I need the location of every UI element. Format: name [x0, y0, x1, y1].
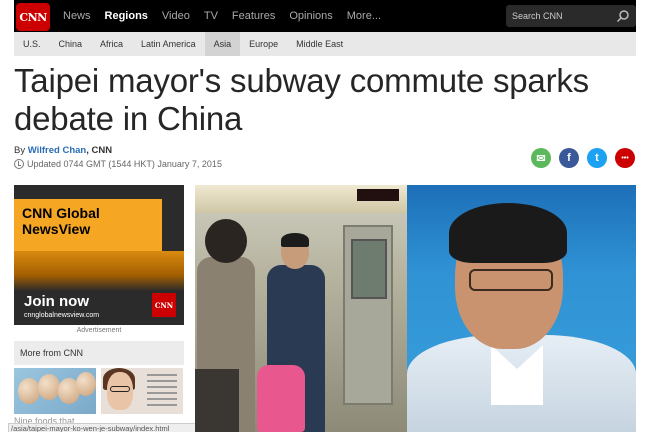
- nav-item-tv[interactable]: TV: [204, 10, 218, 22]
- search-icon[interactable]: [616, 9, 630, 23]
- more-glyph: •••: [621, 154, 629, 162]
- status-url-bar: /asia/taipei-mayor-ko-wen-je-subway/inde…: [8, 423, 204, 432]
- byline-source: , CNN: [86, 145, 113, 156]
- byline: By Wilfred Chan, CNN: [14, 145, 112, 156]
- article-headline: Taipei mayor's subway commute sparks deb…: [14, 62, 589, 137]
- subway-photo: [195, 185, 407, 432]
- ad-url: cnnglobalnewsview.com: [24, 312, 100, 319]
- subnav-item-us[interactable]: U.S.: [14, 32, 50, 56]
- eggs-thumbnail[interactable]: [14, 368, 96, 414]
- subnav-item-africa[interactable]: Africa: [91, 32, 132, 56]
- more-share-icon[interactable]: •••: [615, 148, 635, 168]
- top-nav: CNN News Regions Video TV Features Opini…: [14, 0, 636, 32]
- nav-item-regions[interactable]: Regions: [105, 10, 148, 22]
- subnav-item-asia[interactable]: Asia: [204, 32, 241, 56]
- nav-item-opinions[interactable]: Opinions: [289, 10, 332, 22]
- email-glyph: ✉: [536, 152, 546, 165]
- nav-item-more[interactable]: More...: [347, 10, 381, 22]
- email-share-icon[interactable]: ✉: [531, 148, 551, 168]
- twitter-glyph: t: [595, 152, 599, 164]
- updated-timestamp: Updated 0744 GMT (1544 HKT) January 7, 2…: [14, 159, 222, 169]
- facebook-glyph: f: [567, 152, 571, 164]
- subnav-item-latin-america[interactable]: Latin America: [132, 32, 205, 56]
- woman-thumbnail[interactable]: [101, 368, 183, 414]
- updated-text: Updated 0744 GMT (1544 HKT) January 7, 2…: [27, 159, 222, 169]
- more-from-cnn-header: More from CNN: [14, 341, 184, 365]
- page: CNN News Regions Video TV Features Opini…: [0, 0, 650, 432]
- byline-prefix: By: [14, 145, 26, 156]
- ad-title: CNN Global NewsView: [22, 205, 100, 237]
- ad-banner[interactable]: CNN Global NewsView Join now cnnglobalne…: [14, 185, 184, 325]
- regions-subnav: U.S. China Africa Latin America Asia Eur…: [14, 32, 636, 56]
- author-link[interactable]: Wilfred Chan: [28, 145, 87, 156]
- search-box[interactable]: [506, 5, 636, 27]
- nav-item-video[interactable]: Video: [162, 10, 190, 22]
- mayor-portrait-photo: [407, 185, 636, 432]
- subnav-item-europe[interactable]: Europe: [240, 32, 287, 56]
- subnav-item-middle-east[interactable]: Middle East: [287, 32, 352, 56]
- cnn-logo[interactable]: CNN: [16, 3, 50, 31]
- ad-label: Advertisement: [76, 327, 122, 334]
- article-hero-image[interactable]: [195, 185, 636, 432]
- ad-stripe: [14, 251, 184, 291]
- ad-title-band: CNN Global NewsView: [14, 199, 162, 251]
- ad-cta[interactable]: Join now: [24, 293, 89, 310]
- subnav-item-china[interactable]: China: [50, 32, 92, 56]
- clock-icon: [14, 159, 24, 169]
- ad-cnn-logo: CNN: [152, 293, 176, 317]
- nav-item-features[interactable]: Features: [232, 10, 275, 22]
- logo-text: CNN: [19, 10, 47, 24]
- facebook-share-icon[interactable]: f: [559, 148, 579, 168]
- nav-item-news[interactable]: News: [63, 10, 91, 22]
- search-input[interactable]: [512, 11, 612, 21]
- twitter-share-icon[interactable]: t: [587, 148, 607, 168]
